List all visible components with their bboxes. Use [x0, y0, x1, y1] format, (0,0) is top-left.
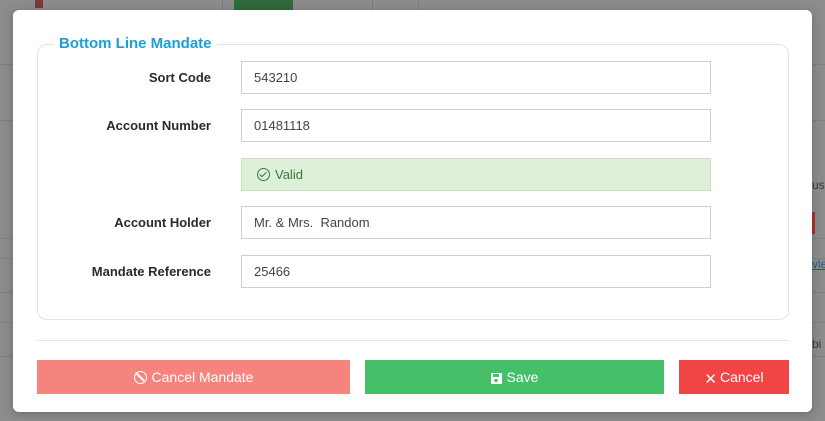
- cancel-mandate-label: Cancel Mandate: [151, 369, 254, 385]
- mandate-reference-label: Mandate Reference: [91, 264, 211, 279]
- validation-text: Valid: [275, 167, 303, 182]
- account-holder-row: Account Holder Mr. & Mrs. Random: [13, 206, 812, 240]
- ban-icon: [133, 371, 147, 384]
- sort-code-input[interactable]: 543210: [241, 61, 711, 94]
- validation-message: Valid: [241, 158, 711, 191]
- background-text: us: [812, 178, 825, 192]
- sort-code-label: Sort Code: [148, 70, 211, 85]
- close-icon: ✕: [704, 371, 717, 388]
- save-label: Save: [506, 369, 539, 385]
- account-holder-input[interactable]: Mr. & Mrs. Random: [241, 206, 711, 239]
- sort-code-row: Sort Code 543210: [13, 61, 812, 95]
- background-text: bi: [812, 337, 822, 351]
- mandate-reference-input[interactable]: 25466: [241, 255, 711, 288]
- cancel-label: Cancel: [719, 369, 764, 385]
- background-link: vie: [812, 257, 825, 271]
- footer-divider: [37, 340, 789, 341]
- cancel-mandate-button[interactable]: Cancel Mandate: [37, 360, 350, 394]
- account-number-label: Account Number: [106, 118, 211, 133]
- account-number-row: Account Number 01481118: [13, 109, 812, 143]
- mandate-reference-row: Mandate Reference 25466: [13, 255, 812, 289]
- account-holder-label: Account Holder: [114, 215, 211, 230]
- fieldset-legend: Bottom Line Mandate: [54, 34, 217, 54]
- background-fragment: [35, 0, 43, 8]
- account-number-input[interactable]: 01481118: [241, 109, 711, 142]
- save-button[interactable]: Save: [365, 360, 664, 394]
- cancel-button[interactable]: ✕ Cancel: [679, 360, 789, 394]
- floppy-disk-icon: [490, 373, 502, 384]
- check-circle-icon: [257, 168, 270, 181]
- mandate-modal: Bottom Line Mandate Sort Code 543210 Acc…: [13, 10, 812, 412]
